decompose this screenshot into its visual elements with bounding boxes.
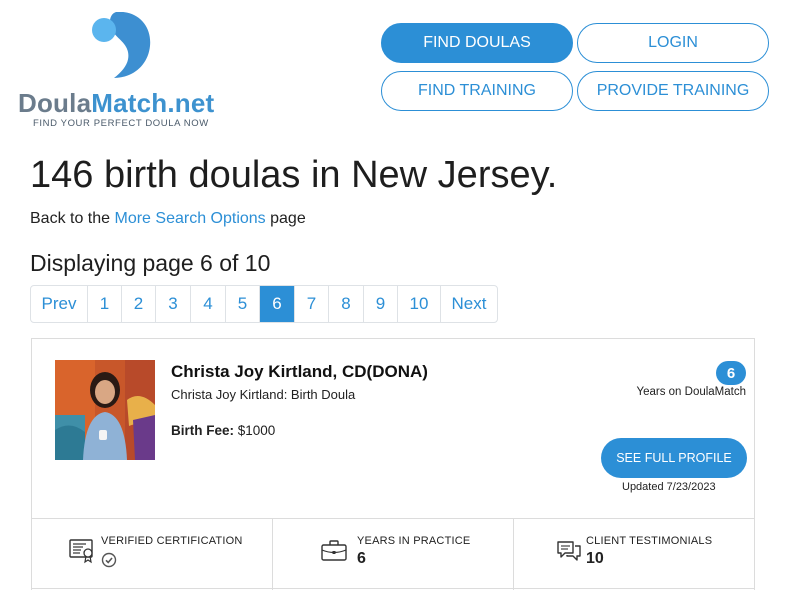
doula-stats: VERIFIED CERTIFICATION YEARS IN PRACTICE…: [31, 518, 755, 590]
pagination-page-6-current[interactable]: 6: [260, 286, 295, 322]
doula-photo[interactable]: [55, 360, 155, 460]
displaying-page-heading: Displaying page 6 of 10: [30, 250, 271, 276]
find-doulas-button[interactable]: FIND DOULAS: [381, 23, 573, 63]
more-search-options-link[interactable]: More Search Options: [115, 210, 266, 227]
pagination-page-9[interactable]: 9: [364, 286, 398, 322]
pagination-page-10[interactable]: 10: [398, 286, 441, 322]
chat-bubbles-icon: [557, 541, 581, 561]
stat-years-value: 6: [357, 550, 366, 567]
stat-certification-label: VERIFIED CERTIFICATION: [101, 535, 243, 547]
login-button[interactable]: LOGIN: [577, 23, 769, 63]
stat-years-in-practice: YEARS IN PRACTICE 6: [273, 519, 514, 590]
logo-tagline: FIND YOUR PERFECT DOULA NOW: [33, 118, 209, 129]
site-logo[interactable]: DoulaMatch.net FIND YOUR PERFECT DOULA N…: [16, 10, 226, 130]
back-prefix: Back to the: [30, 210, 115, 227]
pagination-page-5[interactable]: 5: [226, 286, 260, 322]
stat-testimonials-value: 10: [586, 550, 604, 567]
pagination-page-7[interactable]: 7: [295, 286, 329, 322]
birth-fee-label: Birth Fee:: [171, 423, 235, 438]
pagination-page-4[interactable]: 4: [191, 286, 226, 322]
birth-fee-value: $1000: [234, 423, 276, 438]
years-on-doulamatch-label: Years on DoulaMatch: [636, 386, 746, 398]
doulamatch-logo-icon: [92, 12, 151, 78]
logo-word-doula: Doula: [18, 88, 92, 118]
pagination-page-3[interactable]: 3: [156, 286, 191, 322]
stat-client-testimonials: CLIENT TESTIMONIALS 10: [514, 519, 755, 590]
pagination-next[interactable]: Next: [441, 286, 497, 322]
doula-name[interactable]: Christa Joy Kirtland, CD(DONA): [171, 362, 428, 382]
doula-card: Christa Joy Kirtland, CD(DONA) Christa J…: [31, 338, 755, 590]
pagination: Prev 1 2 3 4 5 6 7 8 9 10 Next: [30, 285, 498, 323]
find-training-button[interactable]: FIND TRAINING: [381, 71, 573, 111]
provide-training-button[interactable]: PROVIDE TRAINING: [577, 71, 769, 111]
page-title: 146 birth doulas in New Jersey.: [30, 154, 558, 196]
certificate-icon: [69, 539, 93, 564]
doula-subtitle: Christa Joy Kirtland: Birth Doula: [171, 387, 356, 402]
updated-date: Updated 7/23/2023: [622, 481, 716, 493]
back-suffix: page: [265, 210, 306, 227]
pagination-page-1[interactable]: 1: [88, 286, 122, 322]
pagination-page-2[interactable]: 2: [122, 286, 156, 322]
birth-fee: Birth Fee: $1000: [171, 423, 275, 438]
see-full-profile-button[interactable]: SEE FULL PROFILE: [601, 438, 747, 478]
back-line: Back to the More Search Options page: [30, 210, 306, 228]
stat-verified-certification: VERIFIED CERTIFICATION: [31, 519, 273, 590]
briefcase-icon: [321, 540, 347, 561]
check-circle-icon: [101, 552, 117, 568]
doula-photo-image: [55, 360, 155, 460]
stat-years-label: YEARS IN PRACTICE: [357, 535, 471, 547]
pagination-page-8[interactable]: 8: [329, 286, 364, 322]
years-on-doulamatch-badge: 6: [716, 361, 746, 385]
logo-wordmark: DoulaMatch.net: [18, 88, 214, 119]
logo-word-match: Match.net: [91, 88, 215, 118]
pagination-prev[interactable]: Prev: [31, 286, 88, 322]
stat-testimonials-label: CLIENT TESTIMONIALS: [586, 535, 713, 547]
